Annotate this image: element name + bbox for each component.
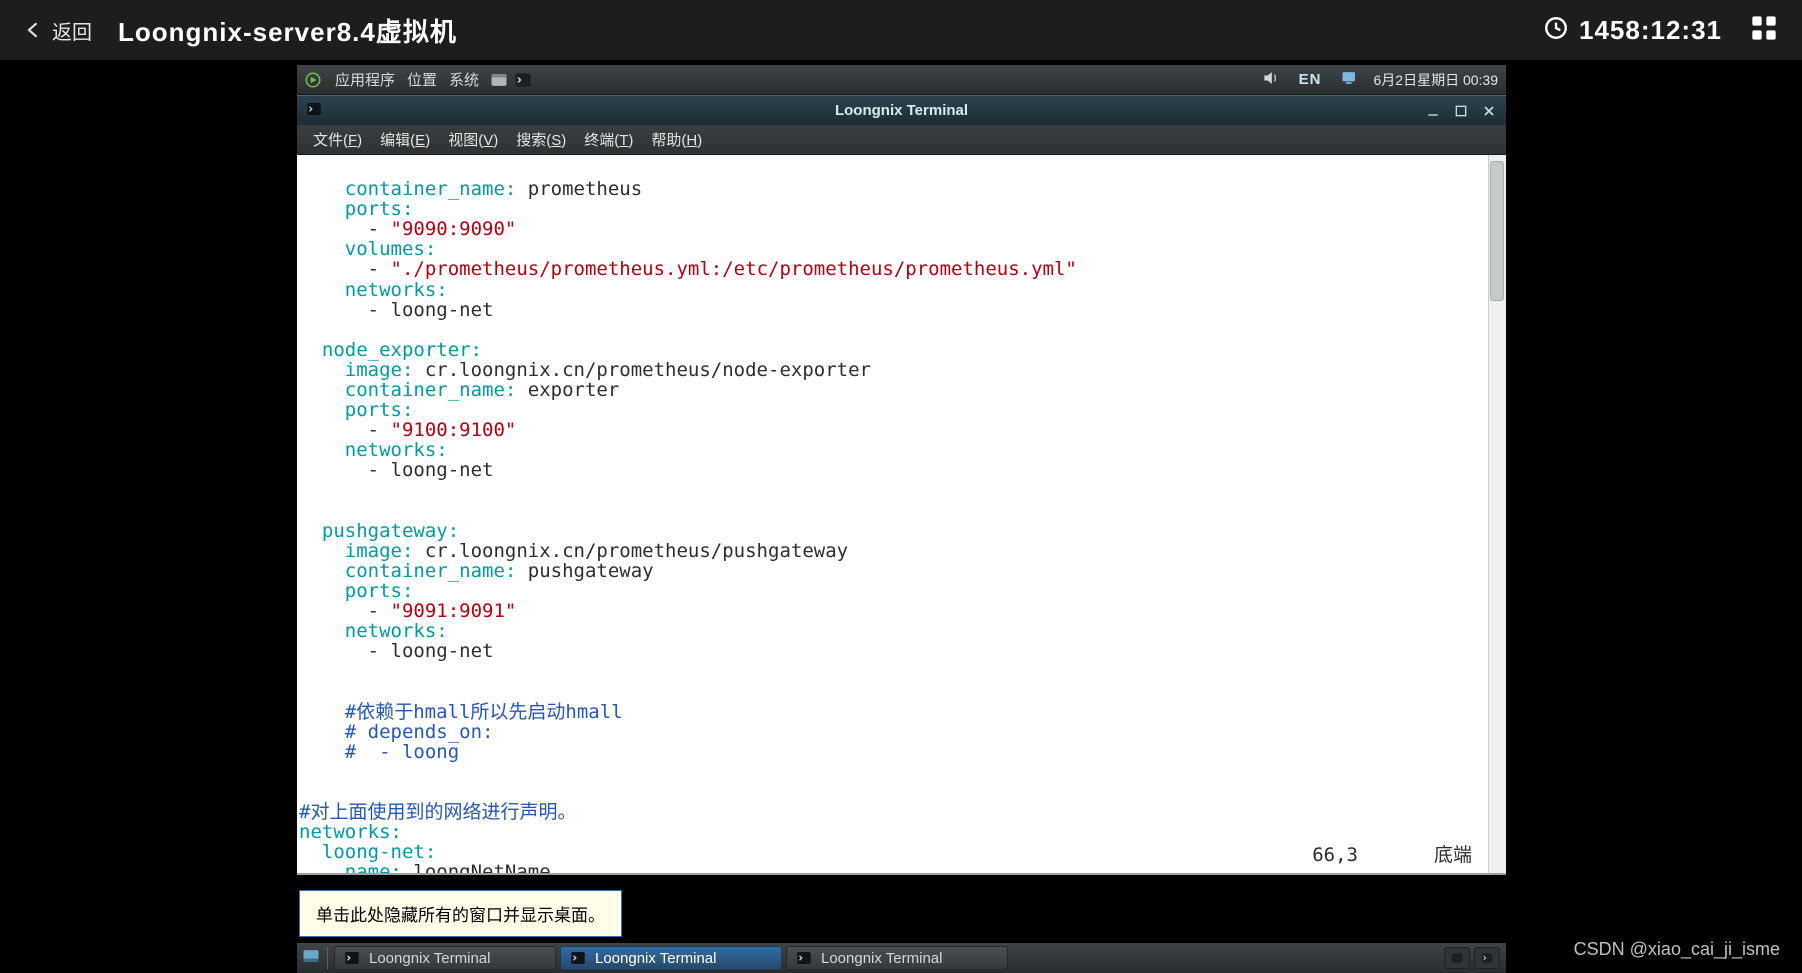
vim-status: 66,3 底端 <box>1312 845 1472 865</box>
vim-mode: 底端 <box>1434 845 1472 865</box>
terminal-titlebar-icon <box>305 100 323 122</box>
network-icon[interactable] <box>1334 68 1366 92</box>
terminal-body[interactable]: container_name: prometheus ports: - "909… <box>297 155 1506 875</box>
tray-icon-2[interactable] <box>1474 947 1500 969</box>
back-label: 返回 <box>52 16 92 45</box>
term-menu-edit[interactable]: 编辑(E) <box>372 129 438 150</box>
panel-datetime[interactable]: 6月2日星期日 00:39 <box>1366 70 1507 90</box>
back-arrow-icon <box>24 20 44 40</box>
window-close-button[interactable] <box>1478 102 1500 120</box>
window-maximize-button[interactable] <box>1450 102 1472 120</box>
terminal-scrollbar[interactable] <box>1488 155 1506 873</box>
back-button[interactable]: 返回 <box>24 16 92 45</box>
volume-icon[interactable] <box>1255 68 1287 92</box>
menu-system[interactable]: 系统 <box>443 69 485 90</box>
terminal-window: Loongnix Terminal 文件(F) 编辑(E) 视图(V) 搜索(S… <box>297 95 1506 875</box>
task-label: Loongnix Terminal <box>821 950 942 967</box>
show-desktop-tooltip: 单击此处隐藏所有的窗口并显示桌面。 <box>299 890 622 937</box>
task-label: Loongnix Terminal <box>595 950 716 967</box>
panel-app-icon[interactable] <box>489 70 509 90</box>
task-label: Loongnix Terminal <box>369 950 490 967</box>
term-menu-search[interactable]: 搜索(S) <box>508 129 574 150</box>
window-minimize-button[interactable] <box>1422 102 1444 120</box>
clock-icon <box>1543 15 1569 46</box>
apps-grid-icon[interactable] <box>1750 14 1778 47</box>
menu-applications[interactable]: 应用程序 <box>329 69 401 90</box>
host-topbar: 返回 Loongnix-server8.4虚拟机 1458:12:31 <box>0 0 1802 60</box>
show-desktop-button[interactable] <box>301 946 321 970</box>
terminal-menu-bar: 文件(F) 编辑(E) 视图(V) 搜索(S) 终端(T) 帮助(H) <box>297 125 1506 155</box>
tray-icon-1[interactable] <box>1444 947 1470 969</box>
task-terminal-2[interactable]: Loongnix Terminal <box>560 946 782 970</box>
host-title: Loongnix-server8.4虚拟机 <box>118 12 457 49</box>
vm-screen: 应用程序 位置 系统 EN 6月2日星期日 00:39 Loongnix Ter… <box>297 65 1506 973</box>
term-menu-view[interactable]: 视图(V) <box>440 129 506 150</box>
host-clock: 1458:12:31 <box>1543 15 1722 46</box>
task-terminal-3[interactable]: Loongnix Terminal <box>786 946 1008 970</box>
task-terminal-1[interactable]: Loongnix Terminal <box>334 946 556 970</box>
desktop-taskbar: Loongnix Terminal Loongnix Terminal Loon… <box>297 943 1506 973</box>
term-menu-file[interactable]: 文件(F) <box>305 129 370 150</box>
term-menu-help[interactable]: 帮助(H) <box>643 129 710 150</box>
term-menu-terminal[interactable]: 终端(T) <box>576 129 641 150</box>
desktop-top-panel: 应用程序 位置 系统 EN 6月2日星期日 00:39 <box>297 65 1506 95</box>
panel-terminal-icon[interactable] <box>513 70 533 90</box>
terminal-title-text: Loongnix Terminal <box>297 102 1506 119</box>
ime-indicator[interactable]: EN <box>1287 71 1334 88</box>
menu-places[interactable]: 位置 <box>401 69 443 90</box>
scrollbar-thumb[interactable] <box>1490 161 1504 301</box>
launcher-icon[interactable] <box>303 70 323 90</box>
terminal-titlebar[interactable]: Loongnix Terminal <box>297 95 1506 125</box>
watermark-text: CSDN @xiao_cai_ji_isme <box>1574 939 1780 960</box>
vim-cursor-pos: 66,3 <box>1312 845 1358 865</box>
clock-text: 1458:12:31 <box>1579 15 1722 46</box>
